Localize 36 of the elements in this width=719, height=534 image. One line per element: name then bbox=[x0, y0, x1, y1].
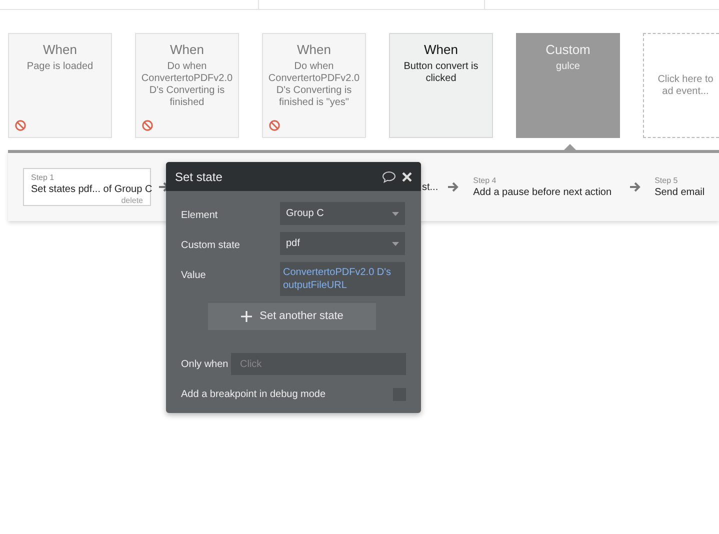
plus-icon bbox=[240, 311, 252, 322]
field-label: Element bbox=[181, 209, 219, 223]
add-event-card[interactable]: Click here to ad event... bbox=[643, 33, 719, 138]
dropdown[interactable]: Group C bbox=[280, 202, 405, 225]
step-card[interactable]: Step 1 Set states pdf... of Group C delete bbox=[23, 168, 151, 206]
step-number: Step 4 bbox=[473, 175, 498, 187]
step-label[interactable]: Send email bbox=[654, 187, 705, 199]
arrow-right-icon bbox=[448, 182, 460, 192]
breakpoint-label: Add a breakpoint in debug mode bbox=[181, 388, 326, 402]
step-number: Step 5 bbox=[654, 175, 679, 187]
event-title: When bbox=[169, 42, 205, 58]
dropdown[interactable]: pdf bbox=[280, 232, 405, 255]
field-label: Value bbox=[181, 269, 207, 283]
expression-field[interactable]: ConvertertoPDFv2.0 D's outputFileURL bbox=[280, 262, 405, 296]
event-description: Page is loaded bbox=[26, 61, 94, 73]
caret-icon bbox=[392, 242, 399, 246]
event-description: Do when ConvertertoPDFv2.0 D's Converting is finished is "yes" bbox=[267, 61, 361, 109]
condition-field[interactable]: Click bbox=[231, 353, 406, 375]
event-description: gulce bbox=[555, 61, 581, 73]
event-description: Do when ConvertertoPDFv2.0 D's Converting is finished bbox=[140, 61, 234, 109]
comment-icon[interactable] bbox=[382, 170, 396, 182]
event-title: When bbox=[423, 42, 459, 58]
step-label[interactable]: Add a pause before next action bbox=[473, 187, 612, 199]
dialog-title: Set state bbox=[175, 168, 224, 186]
event-title: When bbox=[42, 42, 78, 58]
field-label: Only when bbox=[181, 358, 230, 372]
arrow-right-icon bbox=[630, 182, 641, 192]
event-description: Button convert is clicked bbox=[402, 61, 480, 85]
field-label: Custom state bbox=[181, 239, 241, 253]
event-title: Custom bbox=[544, 42, 592, 58]
step-label[interactable]: st... bbox=[422, 180, 438, 194]
close-icon[interactable] bbox=[402, 172, 412, 182]
caret-icon bbox=[392, 212, 399, 216]
event-title: When bbox=[296, 42, 332, 58]
set-another-state-button[interactable]: Set another state bbox=[208, 303, 376, 330]
event-card[interactable]: When Button convert is clicked bbox=[389, 33, 493, 138]
